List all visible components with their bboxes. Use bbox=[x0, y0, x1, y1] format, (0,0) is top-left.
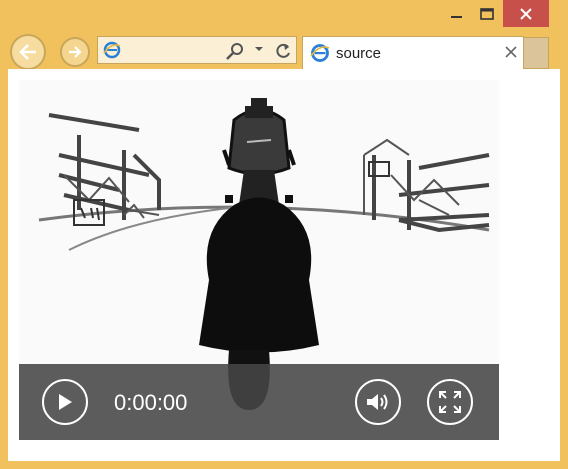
forward-button[interactable] bbox=[60, 37, 90, 67]
refresh-icon[interactable] bbox=[274, 41, 292, 61]
tab-title: source bbox=[336, 45, 382, 62]
maximize-button[interactable] bbox=[470, 0, 504, 27]
new-tab-button[interactable] bbox=[524, 37, 549, 69]
fullscreen-icon bbox=[439, 391, 461, 413]
minimize-button[interactable] bbox=[440, 0, 474, 27]
dropdown-icon[interactable] bbox=[254, 43, 264, 55]
fullscreen-button[interactable] bbox=[427, 379, 473, 425]
address-bar[interactable] bbox=[97, 36, 297, 64]
back-arrow-icon bbox=[19, 44, 36, 60]
ie-logo-icon bbox=[310, 44, 330, 62]
play-icon bbox=[59, 394, 72, 410]
maximize-icon bbox=[480, 7, 494, 20]
tab-close-icon[interactable] bbox=[505, 46, 517, 58]
search-icon[interactable] bbox=[225, 41, 245, 61]
minimize-icon bbox=[451, 15, 462, 18]
close-button[interactable] bbox=[503, 0, 549, 27]
forward-arrow-icon bbox=[69, 46, 82, 58]
play-button[interactable] bbox=[42, 379, 88, 425]
tab-source[interactable]: source bbox=[302, 36, 524, 69]
page-content: 0:00:00 bbox=[8, 69, 560, 461]
close-icon bbox=[520, 7, 532, 20]
video-controls: 0:00:00 bbox=[19, 364, 499, 440]
back-button[interactable] bbox=[10, 34, 46, 70]
ie-logo-icon bbox=[103, 41, 121, 59]
browser-window: source 0:00:00 bbox=[0, 0, 568, 469]
current-time: 0:00:00 bbox=[114, 390, 188, 415]
volume-icon bbox=[367, 394, 388, 410]
volume-button[interactable] bbox=[355, 379, 401, 425]
video-player[interactable]: 0:00:00 bbox=[19, 80, 499, 440]
